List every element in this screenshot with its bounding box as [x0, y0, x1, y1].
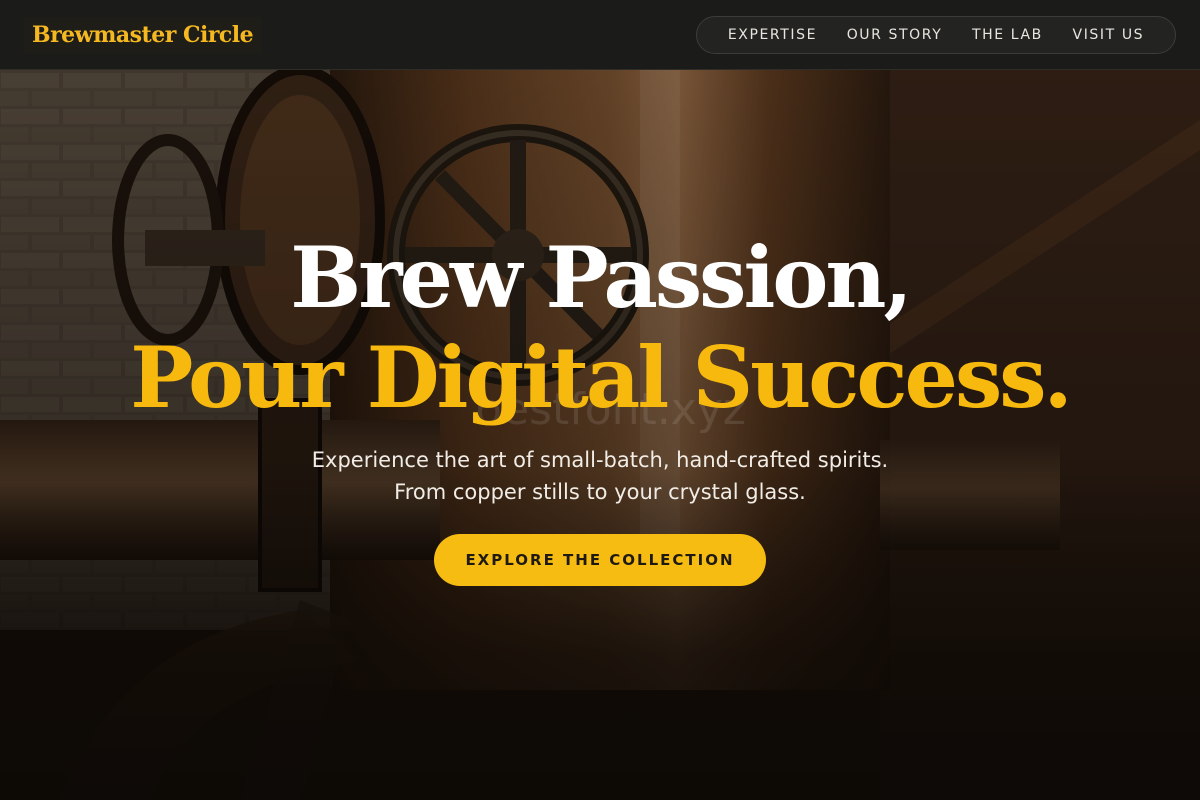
hero-section: Brew Passion, bestfont.xyz Pour Digital … [0, 0, 1200, 800]
hero-subtitle-line-2: From copper stills to your crystal glass… [394, 480, 806, 504]
nav-link-expertise[interactable]: EXPERTISE [728, 27, 817, 43]
hero-subtitle-line-1: Experience the art of small-batch, hand-… [311, 448, 889, 472]
explore-collection-button[interactable]: EXPLORE THE COLLECTION [434, 534, 766, 586]
nav-link-our-story[interactable]: OUR STORY [847, 27, 943, 43]
main-nav: EXPERTISE OUR STORY THE LAB VISIT US [696, 16, 1176, 54]
site-header: Brewmaster Circle EXPERTISE OUR STORY TH… [0, 0, 1200, 70]
nav-link-the-lab[interactable]: THE LAB [972, 27, 1043, 43]
hero-headline-line-1: Brew Passion, [290, 228, 912, 327]
hero-headline-line-2: Pour Digital Success. [130, 328, 1073, 427]
brand-logo[interactable]: Brewmaster Circle [24, 17, 262, 53]
nav-link-visit-us[interactable]: VISIT US [1073, 27, 1145, 43]
